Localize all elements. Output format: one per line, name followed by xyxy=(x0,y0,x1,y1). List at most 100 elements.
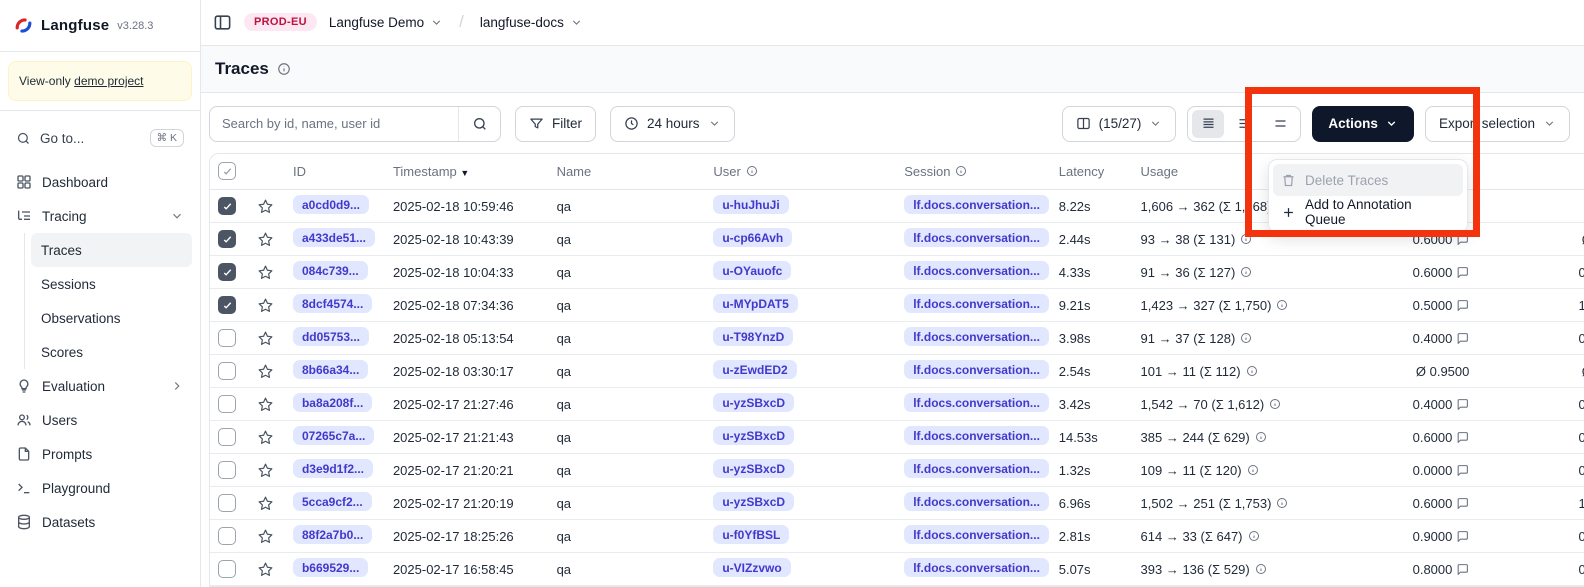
user-badge[interactable]: u-cp66Avh xyxy=(713,228,792,247)
column-header-latency[interactable]: Latency xyxy=(1051,154,1133,190)
info-icon[interactable] xyxy=(1255,431,1267,443)
trace-checkbox[interactable] xyxy=(218,494,236,512)
info-icon[interactable] xyxy=(1255,563,1267,575)
bookmark-star-icon[interactable] xyxy=(257,429,285,446)
session-badge[interactable]: lf.docs.conversation... xyxy=(904,294,1049,313)
session-badge[interactable]: lf.docs.conversation... xyxy=(904,492,1049,511)
session-badge[interactable]: lf.docs.conversation... xyxy=(904,360,1049,379)
user-badge[interactable]: u-yzSBxcD xyxy=(713,426,794,445)
info-icon[interactable] xyxy=(1246,365,1258,377)
trace-checkbox[interactable] xyxy=(218,230,236,248)
info-icon[interactable] xyxy=(1240,233,1252,245)
user-badge[interactable]: u-yzSBxcD xyxy=(713,492,794,511)
user-badge[interactable]: u-T98YnzD xyxy=(713,327,793,346)
trace-id-badge[interactable]: dd05753... xyxy=(293,327,369,346)
trace-checkbox[interactable] xyxy=(218,296,236,314)
trace-id-badge[interactable]: b669529... xyxy=(293,558,368,577)
info-icon[interactable] xyxy=(1240,332,1252,344)
table-row[interactable]: d3e9d1f2...2025-02-17 21:20:21qau-yzSBxc… xyxy=(210,454,1584,487)
row-height-large-button[interactable] xyxy=(1264,110,1296,138)
sidebar-item-sessions[interactable]: Sessions xyxy=(31,267,192,301)
info-icon[interactable] xyxy=(277,62,291,76)
user-badge[interactable]: u-yzSBxcD xyxy=(713,393,794,412)
select-all-checkbox[interactable] xyxy=(218,162,236,180)
trace-id-badge[interactable]: 8dcf4574... xyxy=(293,294,372,313)
sidebar-item-datasets[interactable]: Datasets xyxy=(8,505,192,539)
trace-checkbox[interactable] xyxy=(218,263,236,281)
trace-id-badge[interactable]: 084c739... xyxy=(293,261,368,280)
table-row[interactable]: b669529...2025-02-17 16:58:45qau-VIZzvwo… xyxy=(210,553,1584,586)
trace-id-badge[interactable]: a433de51... xyxy=(293,228,375,247)
user-badge[interactable]: u-OYauofc xyxy=(713,261,791,280)
user-badge[interactable]: u-MYpDAT5 xyxy=(713,294,797,313)
column-header-name[interactable]: Name xyxy=(549,154,706,190)
session-badge[interactable]: lf.docs.conversation... xyxy=(904,327,1049,346)
demo-project-link[interactable]: demo project xyxy=(74,74,143,88)
trace-id-badge[interactable]: 07265c7a... xyxy=(293,426,374,445)
session-badge[interactable]: lf.docs.conversation... xyxy=(904,261,1049,280)
menu-item-add-to-annotation-queue[interactable]: Add to Annotation Queue xyxy=(1273,196,1463,228)
sidebar-toggle-icon[interactable] xyxy=(213,13,232,32)
bookmark-star-icon[interactable] xyxy=(257,330,285,347)
trace-checkbox[interactable] xyxy=(218,329,236,347)
sidebar-item-playground[interactable]: Playground xyxy=(8,471,192,505)
trace-id-badge[interactable]: d3e9d1f2... xyxy=(293,459,373,478)
trace-checkbox[interactable] xyxy=(218,395,236,413)
columns-button[interactable]: (15/27) xyxy=(1062,106,1177,142)
info-icon[interactable] xyxy=(1276,497,1288,509)
project-selector[interactable]: langfuse-docs xyxy=(480,15,583,30)
session-badge[interactable]: lf.docs.conversation... xyxy=(904,558,1049,577)
goto-search[interactable]: Go to... ⌘ K xyxy=(8,121,192,155)
info-icon[interactable] xyxy=(955,165,967,177)
info-icon[interactable] xyxy=(1248,530,1260,542)
session-badge[interactable]: lf.docs.conversation... xyxy=(904,525,1049,544)
bookmark-star-icon[interactable] xyxy=(257,561,285,578)
table-row[interactable]: dd05753...2025-02-18 05:13:54qau-T98YnzD… xyxy=(210,322,1584,355)
user-badge[interactable]: u-zEwdED2 xyxy=(713,360,796,379)
table-row[interactable]: 8b66a34...2025-02-18 03:30:17qau-zEwdED2… xyxy=(210,355,1584,388)
session-badge[interactable]: lf.docs.conversation... xyxy=(904,459,1049,478)
row-height-medium-button[interactable] xyxy=(1228,110,1260,138)
sidebar-item-users[interactable]: Users xyxy=(8,403,192,437)
trace-checkbox[interactable] xyxy=(218,461,236,479)
trace-checkbox[interactable] xyxy=(218,197,236,215)
trace-checkbox[interactable] xyxy=(218,428,236,446)
bookmark-star-icon[interactable] xyxy=(257,198,285,215)
sidebar-item-evaluation[interactable]: Evaluation xyxy=(8,369,192,403)
info-icon[interactable] xyxy=(1240,266,1252,278)
session-badge[interactable]: lf.docs.conversation... xyxy=(904,393,1049,412)
trace-id-badge[interactable]: 8b66a34... xyxy=(293,360,368,379)
trace-checkbox[interactable] xyxy=(218,560,236,578)
bookmark-star-icon[interactable] xyxy=(257,528,285,545)
info-icon[interactable] xyxy=(746,165,758,177)
search-input[interactable] xyxy=(210,116,458,131)
row-height-small-button[interactable] xyxy=(1192,110,1224,138)
trace-id-badge[interactable]: a0cd0d9... xyxy=(293,195,369,214)
column-header-session[interactable]: Session xyxy=(896,154,1051,190)
sidebar-item-dashboard[interactable]: Dashboard xyxy=(8,165,192,199)
table-row[interactable]: 5cca9cf2...2025-02-17 21:20:19qau-yzSBxc… xyxy=(210,487,1584,520)
column-header-timestamp[interactable]: Timestamp ▼ xyxy=(385,154,549,190)
sidebar-item-observations[interactable]: Observations xyxy=(31,301,192,335)
session-badge[interactable]: lf.docs.conversation... xyxy=(904,426,1049,445)
session-badge[interactable]: lf.docs.conversation... xyxy=(904,195,1049,214)
trace-checkbox[interactable] xyxy=(218,527,236,545)
user-badge[interactable]: u-huJhuJi xyxy=(713,195,788,214)
table-row[interactable]: ba8a208f...2025-02-17 21:27:46qau-yzSBxc… xyxy=(210,388,1584,421)
org-selector[interactable]: Langfuse Demo xyxy=(329,15,443,30)
user-badge[interactable]: u-yzSBxcD xyxy=(713,459,794,478)
column-header-id[interactable]: ID xyxy=(285,154,385,190)
sidebar-item-prompts[interactable]: Prompts xyxy=(8,437,192,471)
export-selection-button[interactable]: Export selection xyxy=(1425,106,1570,142)
info-icon[interactable] xyxy=(1269,398,1281,410)
user-badge[interactable]: u-f0YfBSL xyxy=(713,525,789,544)
session-badge[interactable]: lf.docs.conversation... xyxy=(904,228,1049,247)
info-icon[interactable] xyxy=(1247,464,1259,476)
sidebar-item-scores[interactable]: Scores xyxy=(31,335,192,369)
trace-checkbox[interactable] xyxy=(218,362,236,380)
trace-id-badge[interactable]: 5cca9cf2... xyxy=(293,492,372,511)
table-row[interactable]: 07265c7a...2025-02-17 21:21:43qau-yzSBxc… xyxy=(210,421,1584,454)
bookmark-star-icon[interactable] xyxy=(257,297,285,314)
trace-id-badge[interactable]: ba8a208f... xyxy=(293,393,372,412)
sidebar-item-tracing[interactable]: Tracing xyxy=(8,199,192,233)
